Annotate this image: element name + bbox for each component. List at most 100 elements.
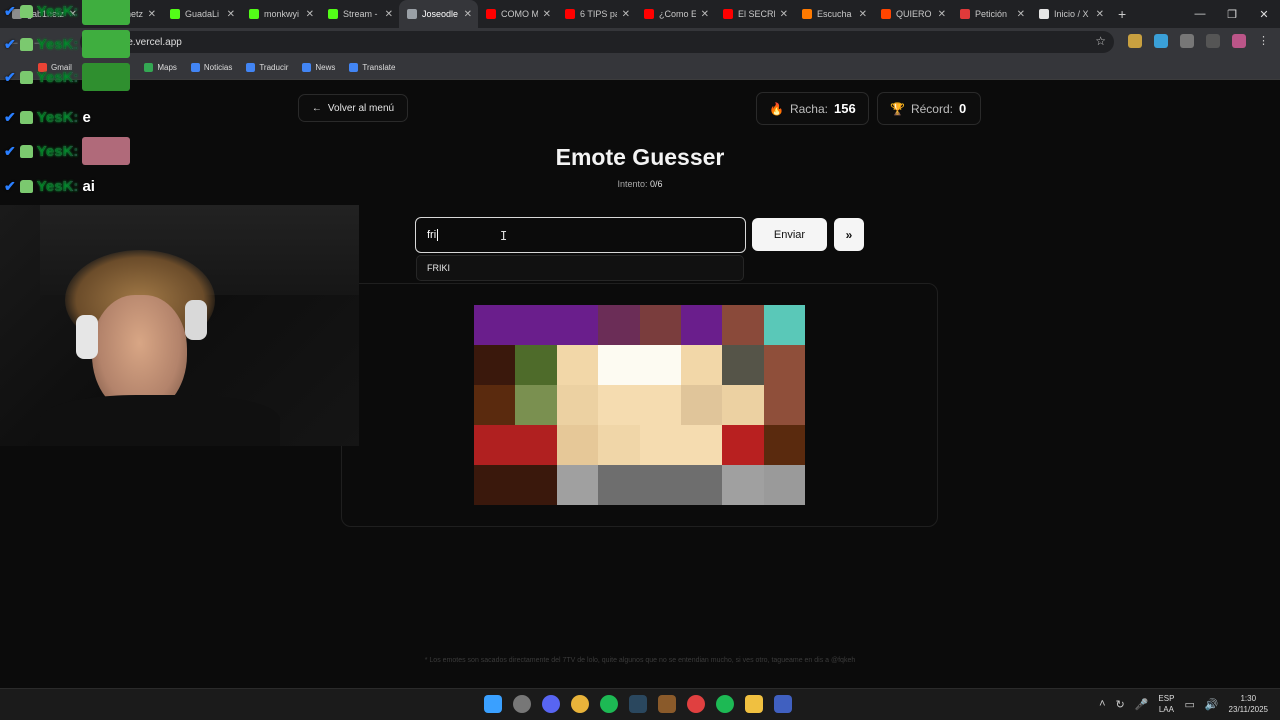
bookmark-item[interactable]: Traducir bbox=[246, 63, 288, 72]
app-icon[interactable] bbox=[687, 695, 705, 713]
chrome-icon[interactable] bbox=[571, 695, 589, 713]
bookmark-item[interactable]: News bbox=[302, 63, 335, 72]
mosaic-cell bbox=[474, 305, 516, 345]
close-tab-icon[interactable]: ✕ bbox=[859, 9, 867, 20]
new-tab-button[interactable]: + bbox=[1118, 6, 1126, 22]
guess-input[interactable]: fri bbox=[415, 217, 746, 253]
folder-icon[interactable] bbox=[745, 695, 763, 713]
bookmark-label: Noticias bbox=[203, 63, 233, 72]
bookmark-item[interactable]: Translate bbox=[349, 63, 395, 72]
chevron-up-icon[interactable]: ˄ bbox=[1099, 698, 1105, 710]
attempt-value: 0/6 bbox=[650, 179, 663, 189]
spotify-icon[interactable] bbox=[716, 695, 734, 713]
browser-tab[interactable]: Stream - ✕ bbox=[320, 0, 399, 28]
spotify-icon[interactable] bbox=[600, 695, 618, 713]
refresh-icon[interactable]: ↻ bbox=[1116, 698, 1125, 711]
footnote: * Los emotes son sacados directamente de… bbox=[424, 657, 856, 664]
send-button[interactable]: Enviar bbox=[752, 218, 827, 251]
close-tab-icon[interactable]: ✕ bbox=[1096, 9, 1104, 20]
tab-title: Inicio / X bbox=[1054, 9, 1089, 19]
bookmark-item[interactable]: Noticias bbox=[190, 63, 233, 72]
mosaic-cell bbox=[515, 385, 557, 425]
mosaic-cell bbox=[722, 385, 764, 425]
flame-icon: 🔥 bbox=[769, 101, 784, 116]
chat-message: ✔ YesK: ai bbox=[4, 175, 95, 197]
back-to-menu-label: Volver al menú bbox=[327, 102, 395, 114]
mosaic-cell bbox=[515, 425, 557, 465]
close-tab-icon[interactable]: ✕ bbox=[938, 9, 946, 20]
tab-title: Stream - bbox=[343, 9, 378, 19]
browser-tab[interactable]: monkwyi ✕ bbox=[241, 0, 320, 28]
discord-icon[interactable] bbox=[542, 695, 560, 713]
url-field[interactable]: odle.vercel.app ☆ bbox=[80, 31, 1114, 53]
steam-icon[interactable] bbox=[629, 695, 647, 713]
chat-message: ✔ YesK: bbox=[4, 137, 131, 165]
browser-tab[interactable]: 6 TIPS pa ✕ bbox=[557, 0, 636, 28]
volume-icon[interactable]: 🔊 bbox=[1205, 698, 1219, 711]
close-tab-icon[interactable]: ✕ bbox=[543, 9, 551, 20]
chat-username: YesK: bbox=[36, 68, 79, 86]
bookmark-favicon-icon bbox=[349, 63, 359, 72]
browser-tab[interactable]: Escucha ✕ bbox=[794, 0, 873, 28]
close-tab-icon[interactable]: ✕ bbox=[385, 9, 393, 20]
chat-username: YesK: bbox=[36, 35, 79, 53]
arrow-left-icon: ← bbox=[311, 102, 322, 114]
windows-start-icon[interactable] bbox=[484, 695, 502, 713]
tab-favicon-icon bbox=[486, 9, 496, 19]
minimize-icon[interactable]: — bbox=[1184, 0, 1216, 28]
chat-emote-image bbox=[82, 0, 131, 25]
close-tab-icon[interactable]: ✕ bbox=[306, 9, 314, 20]
close-tab-icon[interactable]: ✕ bbox=[227, 9, 235, 20]
close-tab-icon[interactable]: ✕ bbox=[701, 9, 709, 20]
bookmark-item[interactable]: Maps bbox=[144, 63, 177, 72]
microphone-icon[interactable]: 🎤 bbox=[1135, 698, 1149, 711]
browser-tab[interactable]: ¿Como E ✕ bbox=[636, 0, 715, 28]
browser-tab[interactable]: GuadaLi ✕ bbox=[162, 0, 241, 28]
close-tab-icon[interactable]: ✕ bbox=[622, 9, 630, 20]
mosaic-cell bbox=[556, 465, 599, 505]
mosaic-cell bbox=[598, 465, 640, 505]
app-icon[interactable] bbox=[513, 695, 531, 713]
restore-icon[interactable]: ❐ bbox=[1216, 0, 1248, 28]
bookmark-star-icon[interactable]: ☆ bbox=[1095, 34, 1106, 48]
close-tab-icon[interactable]: ✕ bbox=[148, 9, 156, 20]
puzzle-icon[interactable] bbox=[1180, 34, 1194, 48]
media-icon[interactable] bbox=[1206, 34, 1220, 48]
android-badge-icon bbox=[19, 70, 33, 84]
browser-tab[interactable]: Petición ✕ bbox=[952, 0, 1031, 28]
skip-button[interactable]: » bbox=[834, 218, 864, 251]
browser-tab[interactable]: COMO M ✕ bbox=[478, 0, 557, 28]
mosaic-cell bbox=[639, 425, 681, 465]
display-icon[interactable]: ▭ bbox=[1184, 698, 1194, 711]
text-cursor-icon: I bbox=[500, 229, 508, 243]
browser-tab[interactable]: Joseodle ✕ bbox=[399, 0, 478, 28]
close-window-icon[interactable]: ✕ bbox=[1248, 0, 1280, 28]
language-indicator[interactable]: ESP LAA bbox=[1158, 693, 1174, 715]
mosaic-cell bbox=[639, 385, 681, 425]
browser-tab[interactable]: Inicio / X ✕ bbox=[1031, 0, 1110, 28]
android-badge-icon bbox=[19, 4, 33, 18]
extension-icon[interactable] bbox=[1128, 34, 1142, 48]
close-tab-icon[interactable]: ✕ bbox=[780, 9, 788, 20]
system-tray: ˄ ↻ 🎤 ESP LAA ▭ 🔊 1:30 23/11/2025 bbox=[1099, 693, 1268, 715]
clock[interactable]: 1:30 23/11/2025 bbox=[1229, 693, 1268, 715]
text-caret bbox=[437, 229, 439, 241]
close-tab-icon[interactable]: ✕ bbox=[464, 9, 472, 20]
browser-tab[interactable]: El SECRE ✕ bbox=[715, 0, 794, 28]
address-bar-row: ← → odle.vercel.app ☆ ⋮ bbox=[0, 28, 1280, 56]
bookmark-label: Traducir bbox=[259, 63, 289, 72]
mosaic-cell bbox=[763, 385, 805, 425]
menu-icon[interactable]: ⋮ bbox=[1258, 34, 1272, 48]
browser-tab[interactable]: QUIERO ✕ bbox=[873, 0, 952, 28]
close-tab-icon[interactable]: ✕ bbox=[1017, 9, 1025, 20]
autocomplete-option[interactable]: FRIKI bbox=[416, 255, 744, 281]
back-to-menu-button[interactable]: ← Volver al menú bbox=[298, 94, 408, 122]
clock-date: 23/11/2025 bbox=[1228, 705, 1268, 714]
app-icon[interactable] bbox=[658, 695, 676, 713]
app-icon[interactable] bbox=[774, 695, 792, 713]
profile-avatar-icon[interactable] bbox=[1232, 34, 1246, 48]
clock-time: 1:30 bbox=[1240, 694, 1257, 703]
tab-strip: gab1netz✕gab1netz✕GuadaLi✕monkwyi✕Stream… bbox=[4, 0, 1110, 28]
extension-icon[interactable] bbox=[1154, 34, 1168, 48]
verified-badge-icon: ✔ bbox=[4, 177, 16, 194]
